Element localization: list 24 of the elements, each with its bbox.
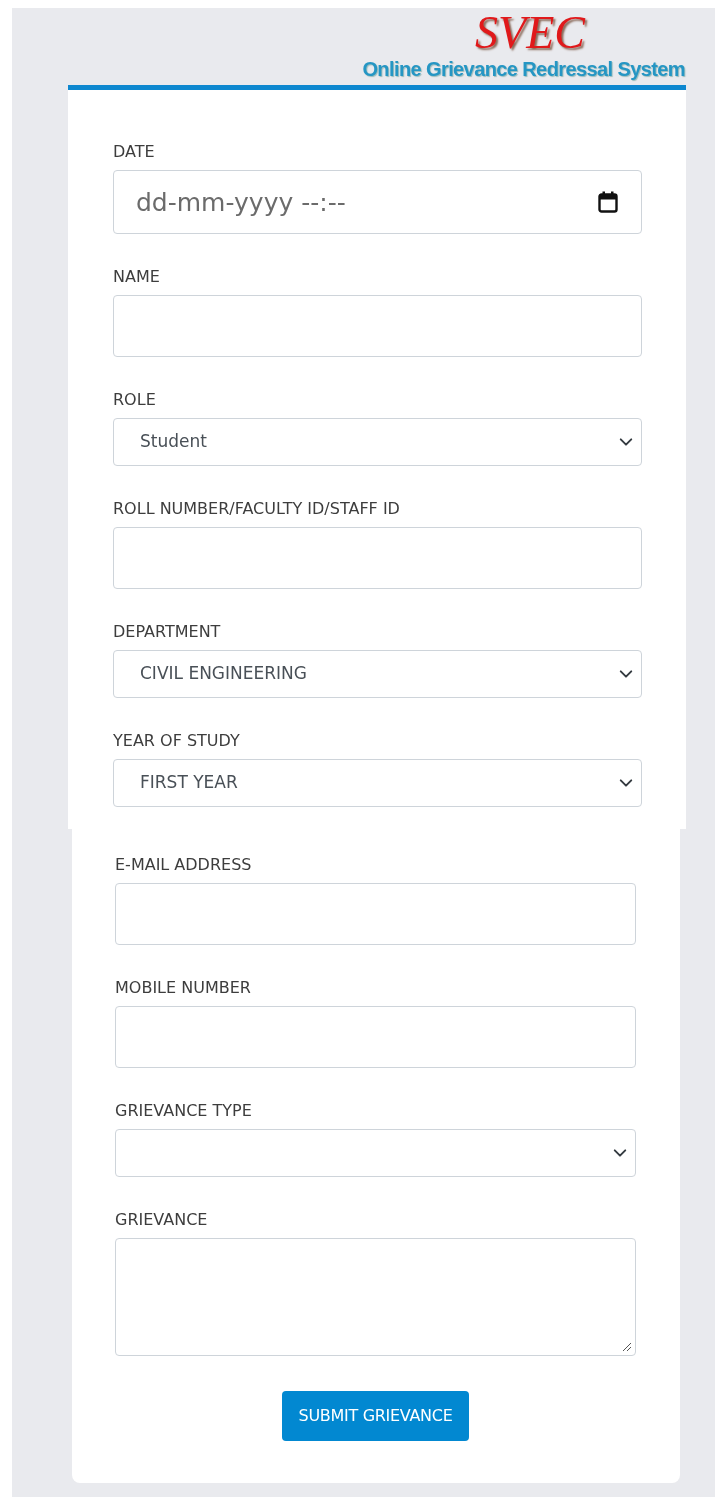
text-field[interactable]: [113, 527, 642, 589]
field-label: GRIEVANCE TYPE: [115, 1103, 253, 1119]
resize-handle-icon[interactable]: [622, 1342, 632, 1352]
text-field[interactable]: [115, 883, 636, 945]
field-label: NAME: [113, 269, 161, 285]
select-field[interactable]: [115, 1129, 636, 1177]
date-time-field[interactable]: dd-mm-yyyy --:--: [113, 170, 642, 234]
calendar-icon[interactable]: [598, 191, 618, 213]
select-field[interactable]: FIRST YEAR: [113, 759, 642, 807]
text-field[interactable]: [115, 1006, 636, 1068]
field-label: DATE: [113, 144, 156, 160]
field-label: E-MAIL ADDRESS: [115, 857, 253, 873]
field-label: DEPARTMENT: [113, 624, 222, 640]
field-label: YEAR OF STUDY: [113, 733, 241, 749]
site-subtitle: Online Grievance Redressal System: [362, 57, 685, 82]
field-label: MOBILE NUMBER: [115, 980, 252, 996]
select-field[interactable]: Student: [113, 418, 642, 466]
text-field[interactable]: [113, 295, 642, 357]
submit-button[interactable]: SUBMIT GRIEVANCE: [281, 1391, 470, 1441]
select-field[interactable]: CIVIL ENGINEERING: [113, 650, 642, 698]
field-label: ROLL NUMBER/FACULTY ID/STAFF ID: [113, 501, 401, 517]
field-label: ROLE: [113, 392, 157, 408]
field-label: GRIEVANCE: [115, 1212, 209, 1228]
logo: SVEC: [475, 10, 585, 56]
